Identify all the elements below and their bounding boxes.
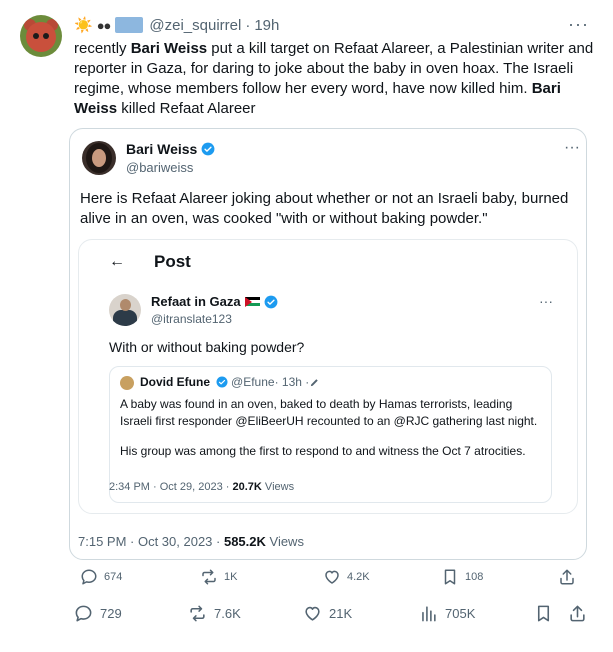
views-button[interactable]: 705K xyxy=(419,604,475,623)
quoted-tweet[interactable]: Bari Weiss @bariweiss ··· Here is Refaat… xyxy=(69,128,587,560)
reply-button[interactable]: 729 xyxy=(74,604,122,623)
back-arrow-icon: ← xyxy=(109,253,125,270)
palestine-flag-icon xyxy=(244,296,260,307)
quote-timestamp[interactable]: 7:15 PM · Oct 30, 2023 · 585.2K Views xyxy=(78,534,304,549)
quote-author-name[interactable]: Bari Weiss xyxy=(126,141,215,157)
reply-icon xyxy=(81,569,97,585)
name-badge-icon xyxy=(115,17,144,33)
screenshot-author-name: Refaat in Gaza xyxy=(151,294,278,309)
screenshot-author-handle: @itranslate123 xyxy=(151,312,232,326)
heart-icon xyxy=(325,570,339,584)
nested-text: A baby was found in an oven, baked to de… xyxy=(120,397,538,428)
heart-icon xyxy=(305,606,320,621)
screenshot-author-avatar xyxy=(109,294,141,326)
verified-badge-icon xyxy=(216,376,228,388)
nested-header: Dovid Efune @Efune · 13h · xyxy=(140,375,320,389)
quote-like-button[interactable]: 4.2K xyxy=(323,568,370,586)
verified-badge-icon xyxy=(201,142,215,156)
tweet-time[interactable]: 19h xyxy=(254,17,279,34)
header-separator: · xyxy=(245,16,251,34)
screenshot-text: With or without baking powder? xyxy=(109,339,305,355)
tweet-text: recently Bari Weiss put a kill target on… xyxy=(74,40,594,117)
sun-icon: ☀️ xyxy=(74,17,93,34)
share-icon xyxy=(570,605,585,621)
reply-count: 674 xyxy=(104,571,123,583)
author-handle[interactable]: @zei_squirrel xyxy=(149,17,241,34)
tweet-header: ☀️ ●● @zei_squirrel · 19h xyxy=(74,15,279,35)
verified-badge-icon xyxy=(264,295,278,308)
quote-author-avatar[interactable] xyxy=(82,141,116,175)
like-count: 4.2K xyxy=(347,571,370,583)
eyes-icon: ●● xyxy=(96,17,112,33)
repost-button[interactable]: 7.6K xyxy=(188,604,241,623)
share-icon xyxy=(560,569,574,585)
repost-count: 7.6K xyxy=(214,605,241,621)
quote-author-handle[interactable]: @bariweiss xyxy=(126,160,193,175)
mention-text: Bari Weiss xyxy=(130,40,208,57)
screenshot-title: Post xyxy=(154,252,191,271)
quote-repost-button[interactable]: 1K xyxy=(200,568,237,586)
more-options-icon[interactable]: ··· xyxy=(568,14,589,35)
edit-pencil-icon xyxy=(311,378,318,386)
quote-text: Here is Refaat Alareer joking about whet… xyxy=(80,190,569,227)
embedded-screenshot: ← Post Refaat in Gaza @itranslate123 ···… xyxy=(78,239,578,514)
bar-chart-icon xyxy=(422,605,436,621)
screenshot-timestamp: 2:34 PM · Oct 29, 2023 · 20.7K Views xyxy=(109,481,295,493)
like-button[interactable]: 21K xyxy=(303,604,352,623)
nested-text-2: His group was among the first to respond… xyxy=(120,444,526,458)
share-button[interactable] xyxy=(568,604,587,623)
author-avatar[interactable] xyxy=(20,15,62,57)
repost-count: 1K xyxy=(224,571,238,583)
like-count: 21K xyxy=(329,605,353,621)
reply-count: 729 xyxy=(100,605,122,621)
nested-author-avatar xyxy=(120,376,134,390)
bookmark-icon xyxy=(537,605,550,621)
bookmark-count: 108 xyxy=(465,571,484,583)
quote-bookmark-button[interactable]: 108 xyxy=(441,568,483,586)
repost-icon xyxy=(190,605,205,621)
bookmark-button[interactable] xyxy=(534,604,553,623)
repost-icon xyxy=(202,569,216,585)
bookmark-icon xyxy=(444,569,456,585)
quote-more-icon[interactable]: ··· xyxy=(564,139,580,157)
tweet: ☀️ ●● @zei_squirrel · 19h ··· recently B… xyxy=(0,0,613,652)
screenshot-more-icon: ··· xyxy=(539,293,553,309)
quote-reply-button[interactable]: 674 xyxy=(80,568,122,586)
quote-share-button[interactable] xyxy=(558,568,576,586)
reply-icon xyxy=(75,605,92,621)
views-count: 705K xyxy=(445,605,476,621)
